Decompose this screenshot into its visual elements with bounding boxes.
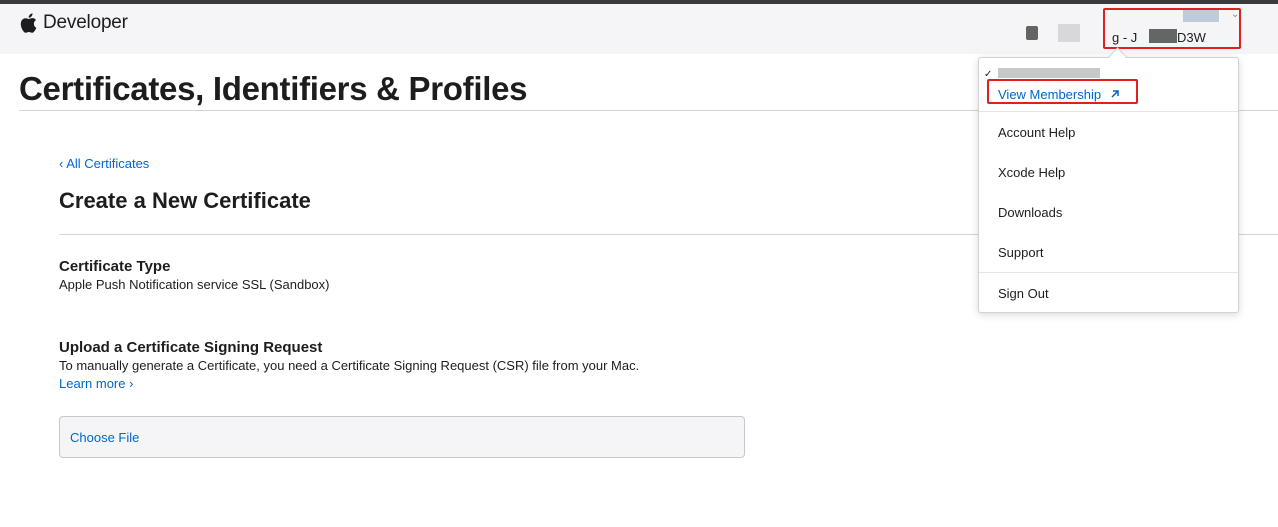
choose-file-button[interactable]: Choose File	[70, 430, 139, 445]
page-title: Certificates, Identifiers & Profiles	[19, 70, 528, 107]
global-header	[0, 4, 1278, 54]
team-name-redacted[interactable]	[998, 68, 1100, 78]
sign-out-item[interactable]: Sign Out	[998, 286, 1049, 301]
account-help-item[interactable]: Account Help	[998, 125, 1075, 140]
developer-brand-link[interactable]: Developer	[19, 12, 128, 34]
certificate-type-label: Certificate Type	[59, 258, 171, 275]
learn-more-link[interactable]: Learn more ›	[59, 376, 133, 391]
all-certificates-link[interactable]: ‹ All Certificates	[59, 156, 149, 171]
apple-logo-icon	[19, 12, 37, 34]
dropdown-divider	[979, 272, 1238, 273]
brand-label: Developer	[43, 12, 128, 33]
csr-label: Upload a Certificate Signing Request	[59, 339, 323, 356]
view-membership-highlight	[987, 79, 1138, 104]
certificate-type-value: Apple Push Notification service SSL (San…	[59, 277, 330, 292]
account-menu-highlight	[1103, 8, 1241, 49]
file-upload-field[interactable]: Choose File	[59, 416, 745, 458]
redacted-block	[1058, 24, 1080, 42]
xcode-help-item[interactable]: Xcode Help	[998, 165, 1065, 180]
csr-description: To manually generate a Certificate, you …	[59, 358, 640, 373]
redacted-block	[1026, 26, 1038, 40]
dropdown-divider	[979, 111, 1238, 112]
section-heading: Create a New Certificate	[59, 188, 311, 213]
support-item[interactable]: Support	[998, 245, 1044, 260]
downloads-item[interactable]: Downloads	[998, 205, 1062, 220]
